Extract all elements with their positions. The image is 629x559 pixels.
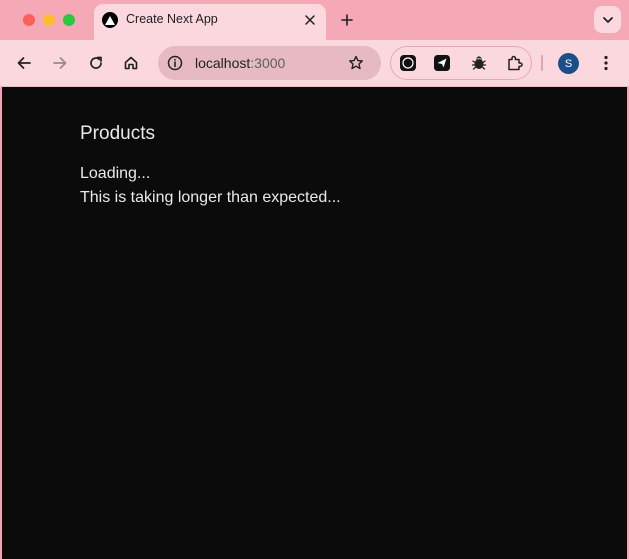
browser-tab[interactable]: Create Next App [94, 4, 326, 40]
tab-strip: Create Next App [0, 0, 629, 40]
puzzle-piece-extensions-icon[interactable] [506, 54, 524, 72]
site-info-icon[interactable] [166, 54, 184, 72]
url-host: localhost [195, 55, 251, 71]
extensions-group [390, 46, 532, 80]
slow-loading-message: This is taking longer than expected... [80, 189, 341, 206]
loading-text: Loading... [80, 165, 151, 182]
nextjs-triangle-icon [102, 12, 118, 28]
home-icon[interactable] [119, 51, 143, 75]
window-border-left [0, 87, 2, 559]
toolbar-divider [541, 55, 543, 71]
new-tab-plus-icon[interactable] [336, 9, 358, 31]
dark-circle-extension-icon[interactable] [399, 54, 417, 72]
page-title: Products [80, 123, 155, 144]
window-minimize-button[interactable] [43, 14, 55, 26]
tab-title: Create Next App [126, 12, 218, 26]
url-text[interactable]: localhost:3000 [195, 55, 285, 71]
browser-toolbar: localhost:3000 S [0, 40, 629, 87]
back-arrow-icon[interactable] [12, 51, 36, 75]
more-menu-kebab-icon[interactable] [596, 52, 616, 74]
address-bar[interactable]: localhost:3000 [158, 46, 381, 80]
profile-avatar[interactable]: S [558, 53, 579, 74]
forward-arrow-icon[interactable] [48, 51, 72, 75]
paper-plane-extension-icon[interactable] [433, 54, 451, 72]
bookmark-star-icon[interactable] [346, 53, 366, 73]
url-port: :3000 [250, 55, 286, 71]
tab-search-chevron-icon[interactable] [594, 6, 621, 33]
window-maximize-button[interactable] [63, 14, 75, 26]
page-content: Products Loading... This is taking longe… [0, 87, 629, 559]
browser-window: Create Next App localhost:3000 S Product… [0, 0, 629, 559]
reload-icon[interactable] [84, 51, 108, 75]
bug-extension-icon[interactable] [470, 54, 488, 72]
profile-initial: S [564, 57, 573, 70]
close-tab-icon[interactable] [300, 10, 320, 30]
window-close-button[interactable] [23, 14, 35, 26]
